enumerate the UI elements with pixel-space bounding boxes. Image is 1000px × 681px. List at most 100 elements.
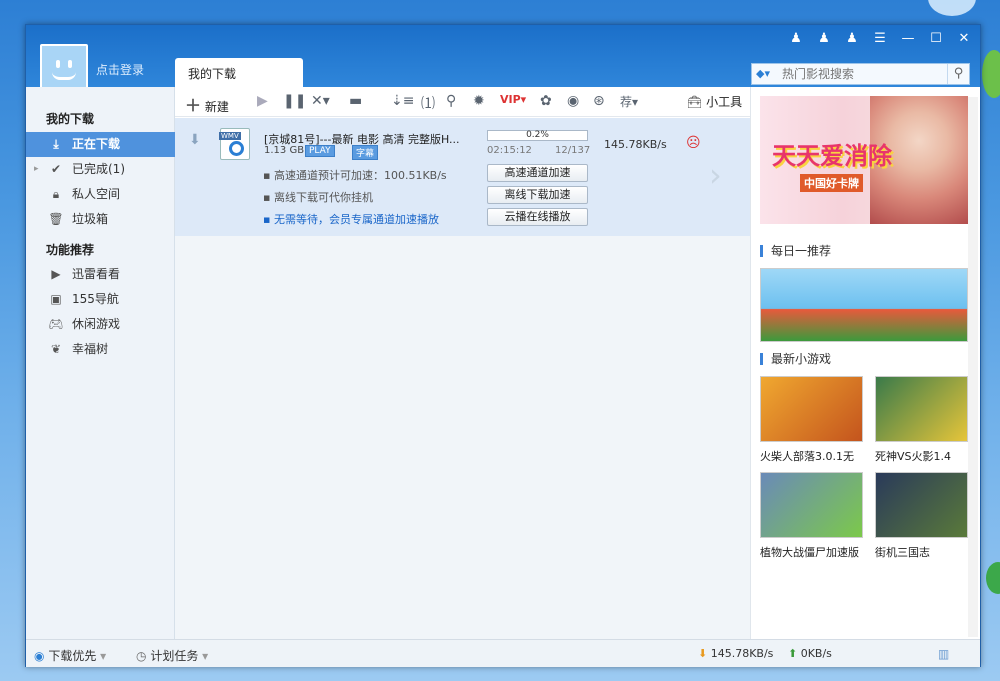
pause-icon[interactable]: ❚❚: [283, 93, 306, 109]
window-controls: ♟ ♟ ♟ ☰ — ☐ ✕: [788, 31, 972, 46]
game-thumb-1[interactable]: [760, 376, 863, 442]
game-title-2[interactable]: 死神VS火影1.4: [875, 448, 951, 464]
hint-vip-link[interactable]: ▪ 无需等待，会员专属通道加速播放: [263, 211, 439, 227]
recommend-icon[interactable]: 荐▾: [620, 93, 638, 110]
tab-my-downloads[interactable]: 我的下载: [175, 58, 303, 88]
sidebar-item-tree[interactable]: ❦ 幸福树: [26, 337, 175, 362]
close-icon[interactable]: ✕: [956, 31, 972, 46]
sidebar-item-label: 迅雷看看: [72, 267, 121, 281]
sidebar-item-trash[interactable]: 🗑︎ 垃圾箱: [26, 207, 175, 232]
game-thumb-2[interactable]: [875, 376, 968, 442]
hint-highspeed: ▪ 高速通道预计可加速：100.51KB/s: [263, 169, 447, 182]
game-banner[interactable]: 天天爱消除 中国好卡牌: [760, 96, 968, 224]
up-arrow-icon: ⬆: [788, 647, 798, 660]
maximize-icon[interactable]: ☐: [928, 31, 944, 46]
toolbox-icon: 🧰︎: [687, 95, 703, 109]
toolbox-label: 小工具: [706, 95, 743, 109]
sidebar: 我的下载 ⤓ 正在下载 ▸ ✔ 已完成(1) 🔒︎ 私人空间 🗑︎ 垃圾箱 功能推荐 ▶ 迅…: [26, 87, 175, 639]
section-daily: 每日一推荐: [760, 245, 831, 257]
highspeed-button[interactable]: 高速通道加速: [487, 164, 588, 182]
mario-image[interactable]: [760, 268, 968, 342]
game-title-1[interactable]: 火柴人部落3.0.1无: [760, 448, 854, 464]
progress-bar: 0.2%: [487, 130, 588, 141]
sidebar-item-label: 垃圾箱: [72, 212, 109, 226]
avatar[interactable]: [40, 44, 88, 92]
sidebar-item-games[interactable]: 🎮︎ 休闲游戏: [26, 312, 175, 337]
subtitle-badge[interactable]: 字幕: [352, 145, 379, 160]
search-box: ◆▾ ⚲: [751, 63, 970, 85]
task-row[interactable]: ⬇ WMV [京城81号]---最新 电影 高清 完整版H... 1.13 GB…: [175, 118, 750, 236]
gamepad-icon: 🎮︎: [48, 317, 64, 331]
thunder-window: 点击登录 我的下载 ♟ ♟ ♟ ☰ — ☐ ✕ ◆▾ ⚲ 我的下载 ⤓ 正在下载 …: [25, 24, 981, 667]
game-title-4[interactable]: 街机三国志: [875, 544, 930, 560]
sidebar-item-completed[interactable]: ▸ ✔ 已完成(1): [26, 157, 175, 182]
toolbar: ＋ 新建 ▶ ❚❚ ✕▾ ▬ ⇣≡ ⑴ ⚲ ✹ VIP▾ ✿ ◉ ⊛ 荐▾ 🧰︎…: [175, 87, 750, 117]
nav-155-icon: ▣: [50, 292, 62, 306]
chevron-right-icon[interactable]: ›: [709, 156, 722, 194]
globe-icon[interactable]: ◉: [567, 93, 579, 109]
sidebar-item-label: 幸福树: [72, 342, 109, 356]
sidebar-header-features: 功能推荐: [46, 243, 95, 257]
search-icon[interactable]: ⚲: [947, 64, 969, 84]
hint-offline: ▪ 离线下载可代你挂机: [263, 191, 373, 204]
shirt-icon[interactable]: ♟: [816, 31, 832, 46]
minimize-icon[interactable]: —: [900, 31, 916, 46]
new-button[interactable]: ＋ 新建: [185, 92, 229, 116]
cloud-play-button[interactable]: 云播在线播放: [487, 208, 588, 226]
search-input[interactable]: [782, 66, 942, 82]
up-speed: ⬆ 0KB/s: [788, 647, 832, 660]
delete-icon[interactable]: ✕▾: [311, 93, 330, 109]
piece-count: 12/137: [555, 145, 591, 156]
search-engine-icon[interactable]: ◆▾: [756, 67, 770, 80]
sidebar-item-label: 已完成(1): [72, 162, 125, 176]
ad-panel: 天天爱消除 中国好卡牌 每日一推荐 最新小游戏 火柴人部落3.0.1无 死神VS…: [750, 87, 980, 639]
progress-text: 0.2%: [526, 130, 549, 140]
sort-icon[interactable]: ⇣≡: [391, 93, 414, 109]
login-link[interactable]: 点击登录: [96, 61, 144, 78]
file-icon: WMV: [219, 128, 250, 160]
panel-toggle-icon[interactable]: ▥: [938, 647, 949, 661]
priority-icon: ◉: [34, 649, 45, 663]
tools2-icon[interactable]: ⊛: [593, 93, 605, 109]
offline-button[interactable]: 离线下载加速: [487, 186, 588, 204]
film-icon[interactable]: ✿: [540, 93, 552, 109]
sidebar-item-kankan[interactable]: ▶ 迅雷看看: [26, 262, 175, 287]
sidebar-item-label: 正在下载: [72, 137, 121, 151]
expand-icon[interactable]: ▸: [34, 157, 39, 182]
downloading-arrow-icon: ⬇: [189, 132, 201, 148]
banner-sub: 中国好卡牌: [800, 174, 863, 192]
priority-dropdown[interactable]: ◉ 下载优先 ▾: [34, 647, 106, 664]
play-badge[interactable]: PLAY: [305, 145, 335, 157]
find-icon[interactable]: ⚲: [446, 93, 456, 109]
toolbox-button[interactable]: 🧰︎ 小工具: [687, 93, 742, 110]
sidebar-item-downloading[interactable]: ⤓ 正在下载: [26, 132, 175, 157]
game-title-3[interactable]: 植物大战僵尸加速版: [760, 544, 859, 560]
remaining-time: 02:15:12: [487, 145, 532, 156]
game-thumb-4[interactable]: [875, 472, 968, 538]
sidebar-item-155[interactable]: ▣ 155导航: [26, 287, 175, 312]
settings-icon[interactable]: ✹: [473, 93, 485, 109]
rename-icon[interactable]: ⑴: [421, 93, 435, 113]
folder-icon[interactable]: ▬: [349, 93, 362, 109]
shirt2-icon[interactable]: ♟: [844, 31, 860, 46]
download-icon: ⤓: [53, 137, 59, 151]
down-arrow-icon: ⬇: [698, 647, 708, 660]
ad-scrollbar[interactable]: [968, 97, 978, 637]
download-list: ⬇ WMV [京城81号]---最新 电影 高清 完整版H... 1.13 GB…: [175, 118, 750, 639]
schedule-dropdown[interactable]: ◷ 计划任务 ▾: [136, 647, 208, 664]
sidebar-item-private[interactable]: 🔒︎ 私人空间: [26, 182, 175, 207]
skin-icon[interactable]: ♟: [788, 31, 804, 46]
down-speed: ⬇ 145.78KB/s: [698, 647, 774, 660]
file-type-label: WMV: [219, 132, 241, 140]
sad-face-icon[interactable]: ☹: [686, 135, 701, 151]
play-icon[interactable]: ▶: [257, 93, 268, 109]
game-thumb-3[interactable]: [760, 472, 863, 538]
leaf-icon: ❦: [50, 342, 62, 356]
vip-icon[interactable]: VIP▾: [500, 93, 526, 106]
status-bar: ◉ 下载优先 ▾ ◷ 计划任务 ▾ ⬇ 145.78KB/s ⬆ 0KB/s ▥: [26, 639, 980, 667]
section-minigames: 最新小游戏: [760, 353, 831, 365]
lock-icon: 🔒︎: [52, 187, 60, 201]
menu-icon[interactable]: ☰: [872, 31, 888, 46]
new-label: 新建: [204, 100, 229, 114]
trash-icon: 🗑︎: [48, 212, 64, 226]
